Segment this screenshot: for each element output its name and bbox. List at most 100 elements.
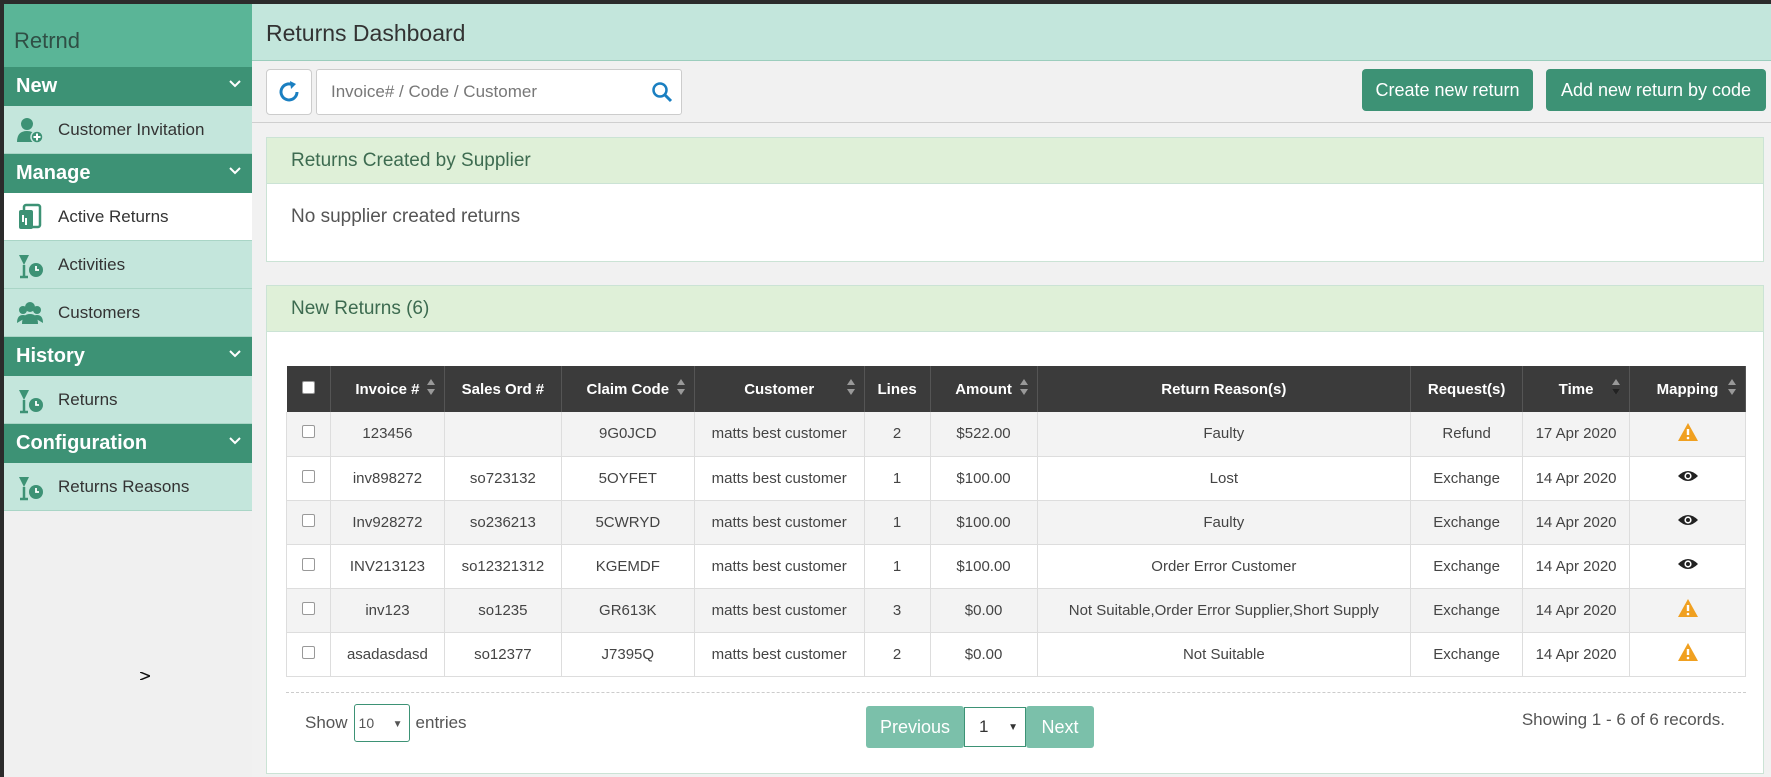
sidebar-item-label: Returns — [58, 389, 118, 409]
sidebar-item-active-returns[interactable]: Active Returns — [4, 193, 252, 241]
sidebar-item-returns-reasons[interactable]: Returns Reasons — [4, 463, 252, 511]
warning-icon[interactable] — [1677, 422, 1699, 442]
sidebar-item-customers[interactable]: Customers — [4, 289, 252, 337]
show-label: Show — [305, 713, 348, 732]
panel-title: New Returns (6) — [267, 286, 1763, 332]
col-requests[interactable]: Request(s) — [1410, 366, 1524, 412]
returns-table: Invoice # Sales Ord # Claim Code Custome… — [286, 366, 1746, 677]
sales-ord-cell: so1235 — [444, 588, 562, 632]
section-history[interactable]: History — [4, 337, 252, 376]
row-select-cell — [286, 632, 331, 676]
col-claim-code[interactable]: Claim Code — [561, 366, 695, 412]
next-button[interactable]: Next — [1026, 706, 1094, 748]
request-cell: Exchange — [1410, 632, 1524, 676]
invoice-cell: Inv928272 — [330, 500, 445, 544]
entries-control: Show 10 ▼ entries — [305, 704, 467, 742]
add-return-by-code-button[interactable]: Add new return by code — [1546, 69, 1766, 111]
sidebar-item-label: Active Returns — [58, 206, 169, 226]
col-lines[interactable]: Lines — [864, 366, 931, 412]
time-cell: 14 Apr 2020 — [1522, 588, 1630, 632]
sidebar-item-history-returns[interactable]: Returns — [4, 376, 252, 424]
lines-cell: 2 — [864, 632, 931, 676]
row-checkbox[interactable] — [301, 645, 315, 659]
main-content: Returns Dashboard Create new return Add … — [252, 4, 1771, 777]
section-new[interactable]: New — [4, 67, 252, 106]
page-value: 1 — [979, 717, 989, 736]
warning-icon[interactable] — [1677, 642, 1699, 662]
refresh-button[interactable] — [266, 69, 312, 115]
eye-icon[interactable] — [1677, 556, 1699, 572]
chevron-down-icon — [229, 437, 241, 445]
col-time[interactable]: Time — [1522, 366, 1630, 412]
section-manage[interactable]: Manage — [4, 154, 252, 193]
row-checkbox[interactable] — [301, 469, 315, 483]
create-new-return-button[interactable]: Create new return — [1362, 69, 1533, 111]
reason-cell: Order Error Customer — [1037, 544, 1412, 588]
sort-icon — [1612, 379, 1620, 395]
mapping-cell — [1629, 456, 1746, 500]
amount-cell: $100.00 — [930, 500, 1038, 544]
table-row[interactable]: inv123 so1235 GR613K matts best customer 3 $0… — [286, 588, 1746, 632]
eye-icon[interactable] — [1677, 468, 1699, 484]
table-row[interactable]: INV213123 so12321312 KGEMDF matts best cust… — [286, 544, 1746, 588]
customer-cell: matts best customer — [694, 544, 865, 588]
table-row[interactable]: asadasdasd so12377 J7395Q matts best custom… — [286, 632, 1746, 676]
request-cell: Refund — [1410, 412, 1524, 456]
claim-code-cell: GR613K — [561, 588, 695, 632]
sales-ord-cell: so236213 — [444, 500, 562, 544]
col-label: Customer — [744, 380, 815, 398]
table-row[interactable]: inv898272 so723132 5OYFET matts best custom… — [286, 456, 1746, 500]
sort-icon — [1728, 379, 1736, 395]
search-input[interactable] — [317, 70, 637, 114]
section-configuration[interactable]: Configuration — [4, 424, 252, 463]
col-label: Lines — [877, 380, 917, 398]
row-checkbox[interactable] — [301, 513, 315, 527]
warning-icon[interactable] — [1677, 598, 1699, 618]
new-returns-panel: New Returns (6) Invoice # Sales Ord # Cl… — [266, 285, 1764, 774]
reason-cell: Faulty — [1037, 500, 1412, 544]
col-label: Amount — [955, 380, 1012, 398]
search-icon[interactable] — [651, 81, 673, 103]
time-cell: 17 Apr 2020 — [1522, 412, 1630, 456]
col-label: Mapping — [1656, 380, 1719, 398]
row-checkbox[interactable] — [301, 601, 315, 615]
search-box — [316, 69, 682, 115]
toolbar: Create new return Add new return by code — [252, 61, 1771, 123]
select-all-checkbox[interactable] — [301, 380, 315, 394]
col-return-reasons[interactable]: Return Reason(s) — [1037, 366, 1412, 412]
chevron-down-icon — [229, 350, 241, 358]
pagination: Previous 1 ▼ Next — [866, 706, 1094, 748]
row-checkbox[interactable] — [301, 557, 315, 571]
sort-icon — [426, 379, 435, 395]
panel-title: Returns Created by Supplier — [267, 138, 1763, 184]
request-cell: Exchange — [1410, 456, 1524, 500]
mapping-cell — [1629, 412, 1746, 456]
entries-value: 10 — [358, 715, 375, 731]
entries-select[interactable]: 10 ▼ — [353, 704, 410, 742]
previous-button[interactable]: Previous — [866, 706, 964, 748]
table-row[interactable]: Inv928272 so236213 5CWRYD matts best custom… — [286, 500, 1746, 544]
claim-code-cell: J7395Q — [561, 632, 695, 676]
lines-cell: 1 — [864, 544, 931, 588]
eye-icon[interactable] — [1677, 512, 1699, 528]
page-select[interactable]: 1 ▼ — [964, 707, 1026, 747]
row-checkbox[interactable] — [301, 425, 315, 439]
customer-cell: matts best customer — [694, 588, 865, 632]
col-invoice[interactable]: Invoice # — [330, 366, 445, 412]
col-customer[interactable]: Customer — [694, 366, 865, 412]
reason-cell: Not Suitable — [1037, 632, 1412, 676]
supplier-returns-panel: Returns Created by Supplier No supplier … — [266, 137, 1764, 262]
col-label: Return Reason(s) — [1161, 380, 1287, 398]
reason-cell: Faulty — [1037, 412, 1412, 456]
table-row[interactable]: 123456 9G0JCD matts best customer 2 $522.00 F… — [286, 412, 1746, 456]
claim-code-cell: 9G0JCD — [561, 412, 695, 456]
col-amount[interactable]: Amount — [930, 366, 1038, 412]
sales-ord-cell: so12321312 — [444, 544, 562, 588]
brand-logo[interactable]: Retrnd — [4, 4, 252, 67]
sort-icon — [1019, 379, 1028, 395]
sidebar-item-customer-invitation[interactable]: Customer Invitation — [4, 106, 252, 154]
user-plus-icon — [17, 117, 44, 144]
col-sales-ord[interactable]: Sales Ord # — [444, 366, 562, 412]
col-mapping[interactable]: Mapping — [1629, 366, 1746, 412]
sidebar-item-activities[interactable]: Activities — [4, 241, 252, 289]
